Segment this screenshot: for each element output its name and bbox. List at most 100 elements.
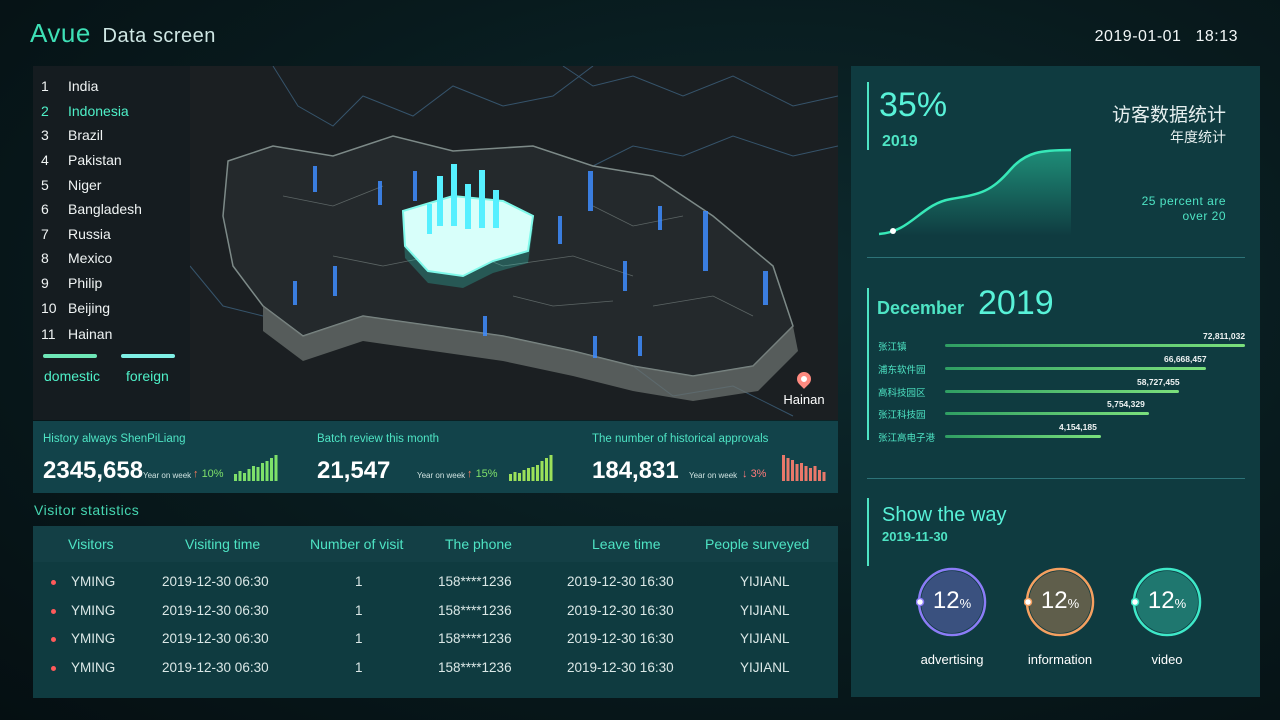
col-people-surveyed[interactable]: People surveyed — [705, 536, 809, 552]
sparkbar — [822, 472, 826, 481]
rank-item[interactable]: 9 Philip — [33, 271, 190, 296]
table-cell: 1 — [355, 660, 363, 676]
col-visitors[interactable]: Visitors — [68, 536, 114, 552]
bar[interactable] — [945, 389, 1179, 393]
gauge-information[interactable]: 12% information — [1020, 566, 1100, 667]
legend-foreign-label[interactable]: foreign — [126, 368, 169, 384]
sparkbar — [804, 466, 808, 481]
bar[interactable] — [945, 412, 1149, 416]
rank-item[interactable]: 3 Brazil — [33, 123, 190, 148]
month-label: December — [877, 298, 965, 318]
legend-domestic-swatch — [43, 354, 97, 358]
rank-item[interactable]: 1 India — [33, 74, 190, 99]
table-cell: 2019-12-30 16:30 — [567, 660, 674, 676]
col-number-of-visit[interactable]: Number of visit — [310, 536, 403, 552]
stat-value: 184,831 — [592, 457, 679, 484]
bar-category-label: 张江高电子港 — [878, 433, 936, 445]
rank-item[interactable]: 11 Hainan — [33, 322, 190, 347]
rank-item[interactable]: 5 Niger — [33, 172, 190, 197]
table-cell: 158****1236 — [438, 574, 512, 589]
col-phone[interactable]: The phone — [445, 536, 512, 552]
stat-yow-label: Year on week — [143, 471, 192, 480]
show-title: Show the way — [882, 504, 1007, 526]
row-status-dot-icon — [51, 580, 56, 585]
location-label: Hainan — [783, 392, 825, 407]
table-cell: 158****1236 — [438, 602, 512, 618]
rank-item[interactable]: 4 Pakistan — [33, 148, 190, 173]
gauge-video[interactable]: 12% video — [1127, 566, 1207, 667]
header-date: 2019-01-01 — [1094, 28, 1182, 45]
table-row[interactable]: YMING 2019-12-30 06:30 1 158****1236 2019-12… — [33, 625, 838, 653]
sparkbar — [274, 455, 278, 481]
stat-title: Batch review this month — [317, 433, 440, 445]
location-marker[interactable]: Hainan — [779, 369, 829, 407]
table-cell: YMING — [71, 574, 116, 589]
sparkbar — [809, 468, 812, 481]
map-panel[interactable]: 1 India 2 Indonesia 3 Brazil 4 Pakistan 5 Nig… — [33, 66, 838, 420]
section-divider — [867, 478, 1245, 479]
stat-yow-label: Year on week — [689, 471, 738, 480]
sparkbar — [545, 458, 548, 481]
month-year: 2019 — [978, 284, 1054, 322]
sparkbar — [549, 455, 553, 481]
col-visiting-time[interactable]: Visiting time — [185, 536, 260, 552]
table-cell: 158****1236 — [438, 660, 512, 676]
table-cell: 158****1236 — [438, 631, 512, 647]
trend-up-icon: ↑ — [193, 468, 199, 480]
trend-down-icon: ↓ — [742, 468, 748, 480]
table-cell: YMING — [71, 602, 116, 618]
bar-category-label: 浦东软件园 — [878, 364, 926, 376]
table-cell: 2019-12-30 06:30 — [162, 574, 269, 589]
table-cell: 1 — [355, 602, 363, 618]
sparkbar — [795, 464, 799, 481]
sparkbar — [531, 467, 535, 481]
gauge-label: advertising — [920, 652, 984, 667]
col-leave-time[interactable]: Leave time — [592, 536, 660, 552]
rank-item[interactable]: 7 Russia — [33, 222, 190, 247]
table-cell: 2019-12-30 06:30 — [162, 631, 269, 647]
stat-sparkbars — [782, 455, 826, 481]
gauge-advertising[interactable]: 12% advertising — [912, 566, 992, 667]
rank-item[interactable]: 6 Bangladesh — [33, 197, 190, 222]
rank-item-active[interactable]: 2 Indonesia — [33, 99, 190, 124]
table-cell: YIJIANL — [740, 631, 790, 647]
sparkbar — [536, 465, 539, 481]
right-panel: 35% 2019 访客数据统计 年度统计 25 percent are over … — [851, 66, 1260, 697]
stat-change: ↑ 15% — [467, 468, 498, 480]
stat-sparkbars — [509, 455, 553, 481]
annual-cn-title: 访客数据统计 — [1111, 105, 1226, 126]
rank-item[interactable]: 8 Mexico — [33, 246, 190, 271]
bar-value-label: 4,154,185 — [1059, 422, 1097, 433]
stat-card-approvals: The number of historical approvals 184,8… — [582, 421, 850, 493]
sparkbar — [265, 461, 269, 481]
stat-value: 2345,658 — [43, 457, 144, 484]
bar-value-label: 72,811,032 — [1203, 331, 1246, 341]
bar[interactable] — [945, 366, 1206, 370]
sparkbar — [522, 470, 526, 481]
table-cell: 1 — [355, 631, 363, 647]
bar[interactable] — [945, 344, 1245, 347]
bar-category-label: 张江科技园 — [878, 410, 926, 422]
area-start-point — [890, 228, 896, 234]
section-divider — [867, 257, 1245, 258]
location-pin-icon — [794, 369, 814, 389]
table-cell: 1 — [355, 574, 363, 589]
rank-item[interactable]: 10 Beijing — [33, 295, 190, 320]
table-row[interactable]: YMING 2019-12-30 06:30 1 158****1236 2019-12… — [33, 597, 838, 625]
stat-card-batch: Batch review this month 21,547 Year on w… — [307, 421, 575, 493]
annual-note: 25 percent are over 20 — [1141, 194, 1226, 223]
table-row[interactable]: YMING 2019-12-30 06:30 1 158****1236 2019-12… — [33, 654, 838, 682]
sparkbar — [813, 466, 817, 481]
bar[interactable] — [945, 435, 1101, 439]
sparkbar — [513, 472, 517, 481]
table-row[interactable]: YMING 2019-12-30 06:30 1 158****1236 2019-12… — [33, 568, 838, 596]
visitor-section-title: Visitor statistics — [34, 502, 140, 518]
table-cell: YIJIANL — [740, 574, 790, 589]
app-brand: Avue Data screen — [30, 18, 216, 49]
header-clock: 2019-01-01 18:13 — [1095, 28, 1238, 46]
legend-domestic-label[interactable]: domestic — [44, 368, 100, 384]
annual-percent: 35% — [879, 86, 948, 124]
header-time: 18:13 — [1195, 28, 1238, 45]
legend-foreign-swatch — [121, 354, 175, 358]
stat-change: ↓ 3% — [742, 468, 767, 480]
